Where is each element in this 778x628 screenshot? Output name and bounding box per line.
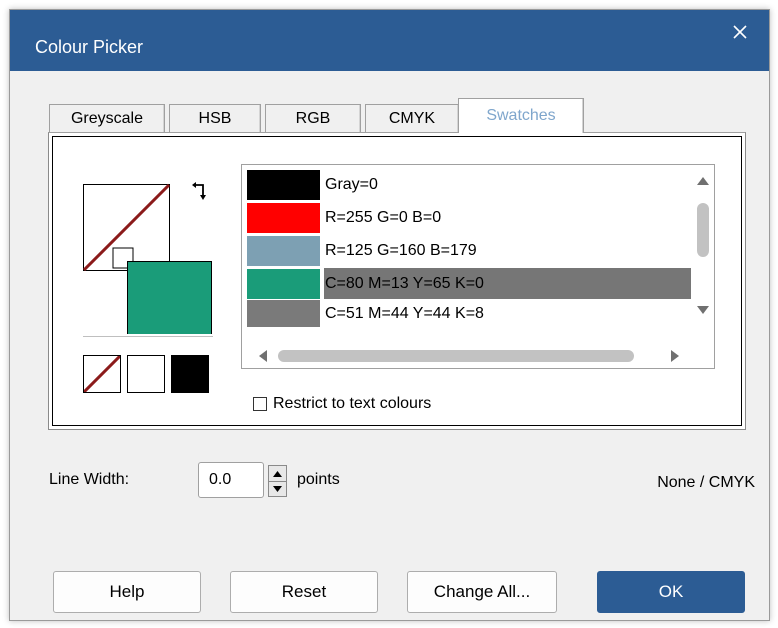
swatch-chip bbox=[247, 169, 320, 200]
swatch-row-red[interactable]: R=255 G=0 B=0 bbox=[247, 201, 691, 234]
horizontal-scrollbar[interactable] bbox=[242, 342, 714, 368]
scroll-left-icon[interactable] bbox=[259, 350, 267, 362]
scroll-down-icon[interactable] bbox=[697, 306, 709, 314]
swatch-list[interactable]: Gray=0 R=255 G=0 B=0 R=125 G=160 B=179 C… bbox=[241, 164, 715, 369]
tab-rgb[interactable]: RGB bbox=[265, 104, 361, 132]
vertical-scroll-thumb[interactable] bbox=[697, 203, 709, 257]
spin-up-icon bbox=[273, 470, 282, 477]
colour-picker-dialog: Colour Picker Greyscale HSB RGB CMYK Swa… bbox=[9, 9, 770, 621]
fill-colour-box bbox=[127, 261, 212, 334]
line-width-input[interactable]: 0.0 bbox=[198, 462, 264, 498]
colour-preview[interactable] bbox=[83, 184, 213, 334]
swatch-label: R=255 G=0 B=0 bbox=[325, 209, 442, 226]
swatch-chip bbox=[247, 268, 320, 299]
change-all-button[interactable]: Change All... bbox=[407, 571, 557, 613]
swatch-row-grey[interactable]: C=51 M=44 Y=44 K=8 bbox=[247, 300, 691, 327]
title-bar[interactable]: Colour Picker bbox=[10, 10, 769, 71]
tab-greyscale[interactable]: Greyscale bbox=[49, 104, 165, 132]
preview-divider bbox=[83, 336, 213, 337]
horizontal-scroll-thumb[interactable] bbox=[278, 350, 634, 362]
line-width-label: Line Width: bbox=[49, 471, 130, 488]
tab-swatches[interactable]: Swatches bbox=[458, 98, 584, 133]
help-button[interactable]: Help bbox=[53, 571, 201, 613]
line-width-spinner[interactable] bbox=[268, 465, 287, 497]
vertical-scrollbar[interactable] bbox=[691, 165, 714, 341]
restrict-text-colours-checkbox[interactable] bbox=[253, 397, 267, 411]
restrict-text-colours-option[interactable]: Restrict to text colours bbox=[253, 395, 431, 413]
swatch-label: R=125 G=160 B=179 bbox=[325, 242, 477, 259]
spin-down-icon bbox=[273, 486, 282, 492]
swatch-chip bbox=[247, 202, 320, 233]
swatch-row-green-selected[interactable]: C=80 M=13 Y=65 K=0 bbox=[247, 267, 691, 300]
swap-arrows-icon[interactable] bbox=[190, 181, 214, 205]
swatch-row-gray[interactable]: Gray=0 bbox=[247, 168, 691, 201]
none-swatch-button[interactable] bbox=[82, 354, 122, 394]
reset-button[interactable]: Reset bbox=[230, 571, 378, 613]
swatches-panel: Gray=0 R=255 G=0 B=0 R=125 G=160 B=179 C… bbox=[48, 132, 746, 430]
swatch-row-steel-blue[interactable]: R=125 G=160 B=179 bbox=[247, 234, 691, 267]
scroll-right-icon[interactable] bbox=[671, 350, 679, 362]
close-icon bbox=[733, 25, 747, 39]
scroll-up-icon[interactable] bbox=[697, 177, 709, 185]
spin-down-button[interactable] bbox=[269, 481, 286, 496]
panel-focus-frame: Gray=0 R=255 G=0 B=0 R=125 G=160 B=179 C… bbox=[52, 136, 742, 426]
tab-hsb[interactable]: HSB bbox=[169, 104, 261, 132]
line-width-unit: points bbox=[297, 471, 340, 488]
swatch-chip bbox=[247, 235, 320, 266]
black-swatch-button[interactable] bbox=[171, 355, 209, 393]
swatch-label: C=80 M=13 Y=65 K=0 bbox=[324, 268, 691, 299]
spin-up-button[interactable] bbox=[269, 466, 286, 481]
swatch-chip bbox=[247, 300, 320, 327]
swatch-rows: Gray=0 R=255 G=0 B=0 R=125 G=160 B=179 C… bbox=[247, 168, 691, 327]
none-swatch-icon bbox=[82, 354, 122, 394]
ok-button[interactable]: OK bbox=[597, 571, 745, 613]
white-swatch-button[interactable] bbox=[127, 355, 165, 393]
window-title: Colour Picker bbox=[35, 37, 144, 57]
colour-mode-readout: None / CMYK bbox=[657, 474, 755, 491]
swatch-label: C=51 M=44 Y=44 K=8 bbox=[325, 305, 484, 322]
close-button[interactable] bbox=[711, 10, 769, 54]
restrict-text-colours-label: Restrict to text colours bbox=[273, 395, 432, 412]
swatch-label: Gray=0 bbox=[325, 176, 378, 193]
tab-cmyk[interactable]: CMYK bbox=[365, 104, 459, 132]
